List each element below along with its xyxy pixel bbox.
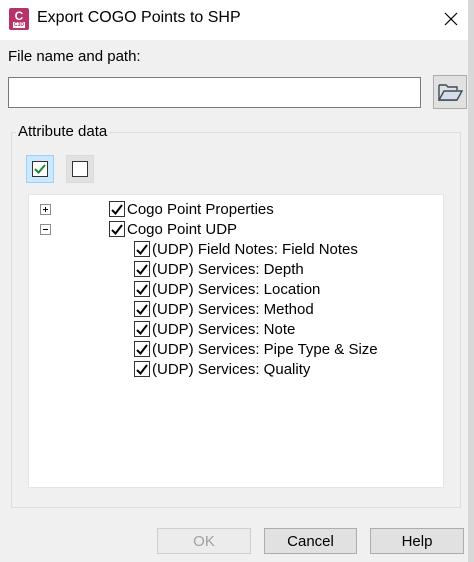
title-bar: C C3D Export COGO Points to SHP: [0, 0, 474, 40]
window-title: Export COGO Points to SHP: [37, 9, 241, 26]
tree-node-label: (UDP) Services: Note: [152, 320, 296, 338]
tree-node-depth[interactable]: (UDP) Services: Depth: [134, 259, 304, 279]
tree-node-method[interactable]: (UDP) Services: Method: [134, 299, 314, 319]
checkbox-checked[interactable]: [134, 321, 150, 337]
tree-node-label: (UDP) Services: Location: [152, 280, 321, 298]
checkbox-checked[interactable]: [134, 261, 150, 277]
tree-node-note[interactable]: (UDP) Services: Note: [134, 319, 295, 339]
civil3d-app-icon: C C3D: [9, 8, 29, 30]
tree-node-label: Cogo Point Properties: [127, 200, 274, 218]
folder-open-icon: [437, 84, 463, 101]
checkbox-checked[interactable]: [134, 301, 150, 317]
ok-button[interactable]: OK: [157, 528, 251, 554]
tree-node-cogo-point-properties[interactable]: Cogo Point Properties: [109, 199, 274, 219]
tree-node-label: (UDP) Services: Depth: [152, 260, 304, 278]
help-button[interactable]: Help: [370, 528, 464, 554]
tree-node-label: (UDP) Services: Quality: [152, 360, 311, 378]
tree-node-cogo-point-udp[interactable]: Cogo Point UDP: [109, 219, 237, 239]
tree-node-quality[interactable]: (UDP) Services: Quality: [134, 359, 310, 379]
tree-node-label: Cogo Point UDP: [127, 220, 238, 238]
checkbox-checked[interactable]: [109, 221, 125, 237]
close-button[interactable]: [436, 4, 466, 34]
tree-node-location[interactable]: (UDP) Services: Location: [134, 279, 320, 299]
checkbox-checked[interactable]: [109, 201, 125, 217]
attribute-tree[interactable]: Cogo Point Properties Cogo Point UDP (UD…: [28, 194, 444, 488]
tree-node-label: (UDP) Services: Pipe Type & Size: [152, 340, 378, 358]
app-icon-sub: C3D: [13, 22, 25, 28]
tree-node-pipe-type-size[interactable]: (UDP) Services: Pipe Type & Size: [134, 339, 378, 359]
tree-node-label: (UDP) Services: Method: [152, 300, 314, 318]
uncheck-all-icon: [72, 161, 88, 177]
app-icon-letter: C: [14, 9, 24, 23]
checkbox-checked[interactable]: [134, 341, 150, 357]
checkbox-checked[interactable]: [134, 281, 150, 297]
collapse-icon[interactable]: [40, 224, 51, 235]
browse-button[interactable]: [433, 75, 467, 109]
uncheck-all-button[interactable]: [66, 155, 94, 183]
expand-icon[interactable]: [40, 204, 51, 215]
attribute-data-label: Attribute data: [16, 123, 110, 140]
tree-node-field-notes[interactable]: (UDP) Field Notes: Field Notes: [134, 239, 358, 259]
checkbox-checked[interactable]: [134, 361, 150, 377]
checkbox-checked[interactable]: [134, 241, 150, 257]
file-path-input[interactable]: [8, 77, 421, 108]
cancel-button[interactable]: Cancel: [264, 528, 357, 554]
check-all-icon: [32, 161, 48, 177]
file-path-label: File name and path:: [8, 48, 141, 65]
close-icon: [444, 12, 458, 26]
window-edge: [468, 0, 474, 562]
check-all-button[interactable]: [26, 155, 54, 183]
tree-node-label: (UDP) Field Notes: Field Notes: [152, 240, 358, 258]
